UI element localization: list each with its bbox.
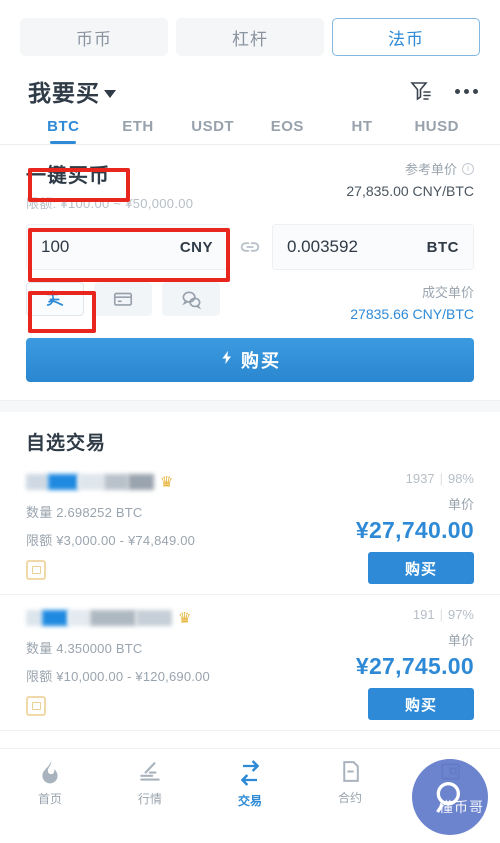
quick-buy-button-label: 购买 [241,351,281,371]
listing-row[interactable]: ♛ 数量 2.698252 BTC 限额 ¥3,000.00 - ¥74,849… [0,459,500,595]
coin-tab-bar: BTC ETH USDT EOS HT HUSD [0,114,500,145]
payment-methods [26,282,220,316]
merchant-name-row: ♛ [26,471,356,493]
filter-icon[interactable] [409,79,433,103]
listing-amount: 数量 2.698252 BTC [26,505,143,520]
fiat-currency-unit: CNY [179,238,213,256]
nav-label: 交易 [237,794,262,808]
crypto-currency-unit: BTC [426,238,459,256]
deal-price-value: 27835.66 CNY/BTC [350,306,474,322]
listing-buy-button[interactable]: 购买 [368,688,474,720]
listing-price-block: 191 | 97% 单价 ¥27,745.00 购买 [356,607,474,720]
nav-item-home[interactable]: 首页 [0,759,100,807]
tab-label: ETH [122,118,154,135]
listing-price: ¥27,740.00 [355,517,474,543]
info-icon[interactable]: i [462,162,474,175]
tab-label: BTC [47,118,80,135]
merchant-name-masked [26,473,154,491]
merchant-name-row: ♛ [26,607,356,629]
wechat-pay-icon[interactable] [162,282,220,316]
listing-stats: 1937 | 98% [405,471,474,486]
bank-transfer-icon [26,560,46,580]
crypto-amount-value: 0.003592 [287,237,358,256]
tab-label: HUSD [414,118,459,135]
market-type-segmented-control: 币币 杠杆 法币 [0,0,500,66]
segment-label: 杠杆 [232,29,268,49]
reference-price-block: 参考单价 i 27,835.00 CNY/BTC [346,159,474,199]
segment-coin-coin[interactable]: 币币 [20,18,168,56]
crypto-amount-input[interactable]: 0.003592 BTC [272,224,474,270]
listing-buy-button[interactable]: 购买 [368,552,474,584]
nav-item-contract[interactable]: 合约 [300,759,400,806]
listing-limit: 限额 ¥10,000.00 - ¥120,690.00 [26,669,210,684]
amount-inputs-row: 100 CNY 0.003592 BTC [26,224,474,270]
caret-down-icon [104,90,116,98]
tab-btc[interactable]: BTC [26,118,101,144]
side-selector[interactable]: 我要买 [28,74,116,108]
quick-buy-heading-block: 一键买币 限额: ¥100.00 ~ ¥50,000.00 [26,159,193,212]
listing-order-count: 1937 [405,471,435,486]
fiat-amount-value: 100 [41,237,70,256]
reference-price-value: 27,835.00 CNY/BTC [346,183,474,199]
segment-fiat[interactable]: 法币 [332,18,480,56]
tab-usdt[interactable]: USDT [175,118,250,144]
listing-limit: 限额 ¥3,000.00 - ¥74,849.00 [26,533,196,548]
bank-transfer-icon [26,696,46,716]
quick-buy-panel: 一键买币 限额: ¥100.00 ~ ¥50,000.00 参考单价 i 27,… [0,145,500,322]
page-title: 我要买 [28,80,100,106]
tab-eth[interactable]: ETH [101,118,176,144]
link-icon [228,234,272,260]
listing-info: ♛ 数量 4.350000 BTC 限额 ¥10,000.00 - ¥120,6… [26,607,356,720]
more-horizontal-icon[interactable] [455,88,478,94]
nav-label: 合约 [337,791,362,805]
unit-price-label: 单价 [447,497,474,512]
fiat-trading-screen: 币币 杠杆 法币 我要买 BTC ETH USDT EOS HT HUSD 一键… [0,0,500,843]
listing-info: ♛ 数量 2.698252 BTC 限额 ¥3,000.00 - ¥74,849… [26,471,356,584]
segment-label: 法币 [388,29,424,49]
segment-label: 币币 [76,29,112,49]
bank-card-icon[interactable] [94,282,152,316]
payment-and-deal-row: 成交单价 27835.66 CNY/BTC [26,282,474,322]
listing-stats: 191 | 97% [412,607,474,622]
listing-row[interactable]: ♛ 数量 4.350000 BTC 限额 ¥10,000.00 - ¥120,6… [0,595,500,731]
quick-buy-limit: 限额: ¥100.00 ~ ¥50,000.00 [26,196,194,211]
quick-buy-title: 一键买币 [26,165,110,187]
listing-completion-rate: 97% [447,607,474,622]
listings-section-title: 自选交易 [26,433,107,454]
nav-item-markets[interactable]: 行情 [100,759,200,807]
tab-label: EOS [270,118,304,135]
tab-label: HT [351,118,373,135]
listing-price: ¥27,745.00 [355,653,474,679]
crown-icon: ♛ [160,474,174,491]
quick-buy-header: 一键买币 限额: ¥100.00 ~ ¥50,000.00 参考单价 i 27,… [26,159,474,212]
watermark-text: 懂币哥 [439,799,484,815]
tab-label: USDT [191,118,235,135]
tab-eos[interactable]: EOS [250,118,325,144]
reference-price-label: 参考单价 [404,162,457,177]
section-divider [0,400,500,412]
listing-price-block: 1937 | 98% 单价 ¥27,740.00 购买 [356,471,474,584]
tab-husd[interactable]: HUSD [399,118,474,144]
tab-ht[interactable]: HT [325,118,400,144]
quick-buy-button[interactable]: 购买 [26,338,474,382]
header-actions [409,79,478,103]
nav-label: 行情 [137,792,162,806]
nav-label: 首页 [37,792,62,806]
crown-icon: ♛ [178,610,192,627]
alipay-icon[interactable] [26,282,84,316]
listing-amount: 数量 4.350000 BTC [26,641,143,656]
unit-price-label: 单价 [447,633,474,648]
listing-completion-rate: 98% [447,471,474,486]
segment-margin[interactable]: 杠杆 [176,18,324,56]
deal-price-label: 成交单价 [421,285,474,300]
lightning-icon [219,349,235,371]
nav-item-trade[interactable]: 交易 [200,759,300,809]
listing-order-count: 191 [412,607,435,622]
page-header: 我要买 [0,66,500,114]
deal-price-block: 成交单价 27835.66 CNY/BTC [350,282,474,322]
reference-price-label-row: 参考单价 i [346,159,474,178]
fiat-amount-input[interactable]: 100 CNY [26,224,228,270]
merchant-name-masked [26,609,172,627]
